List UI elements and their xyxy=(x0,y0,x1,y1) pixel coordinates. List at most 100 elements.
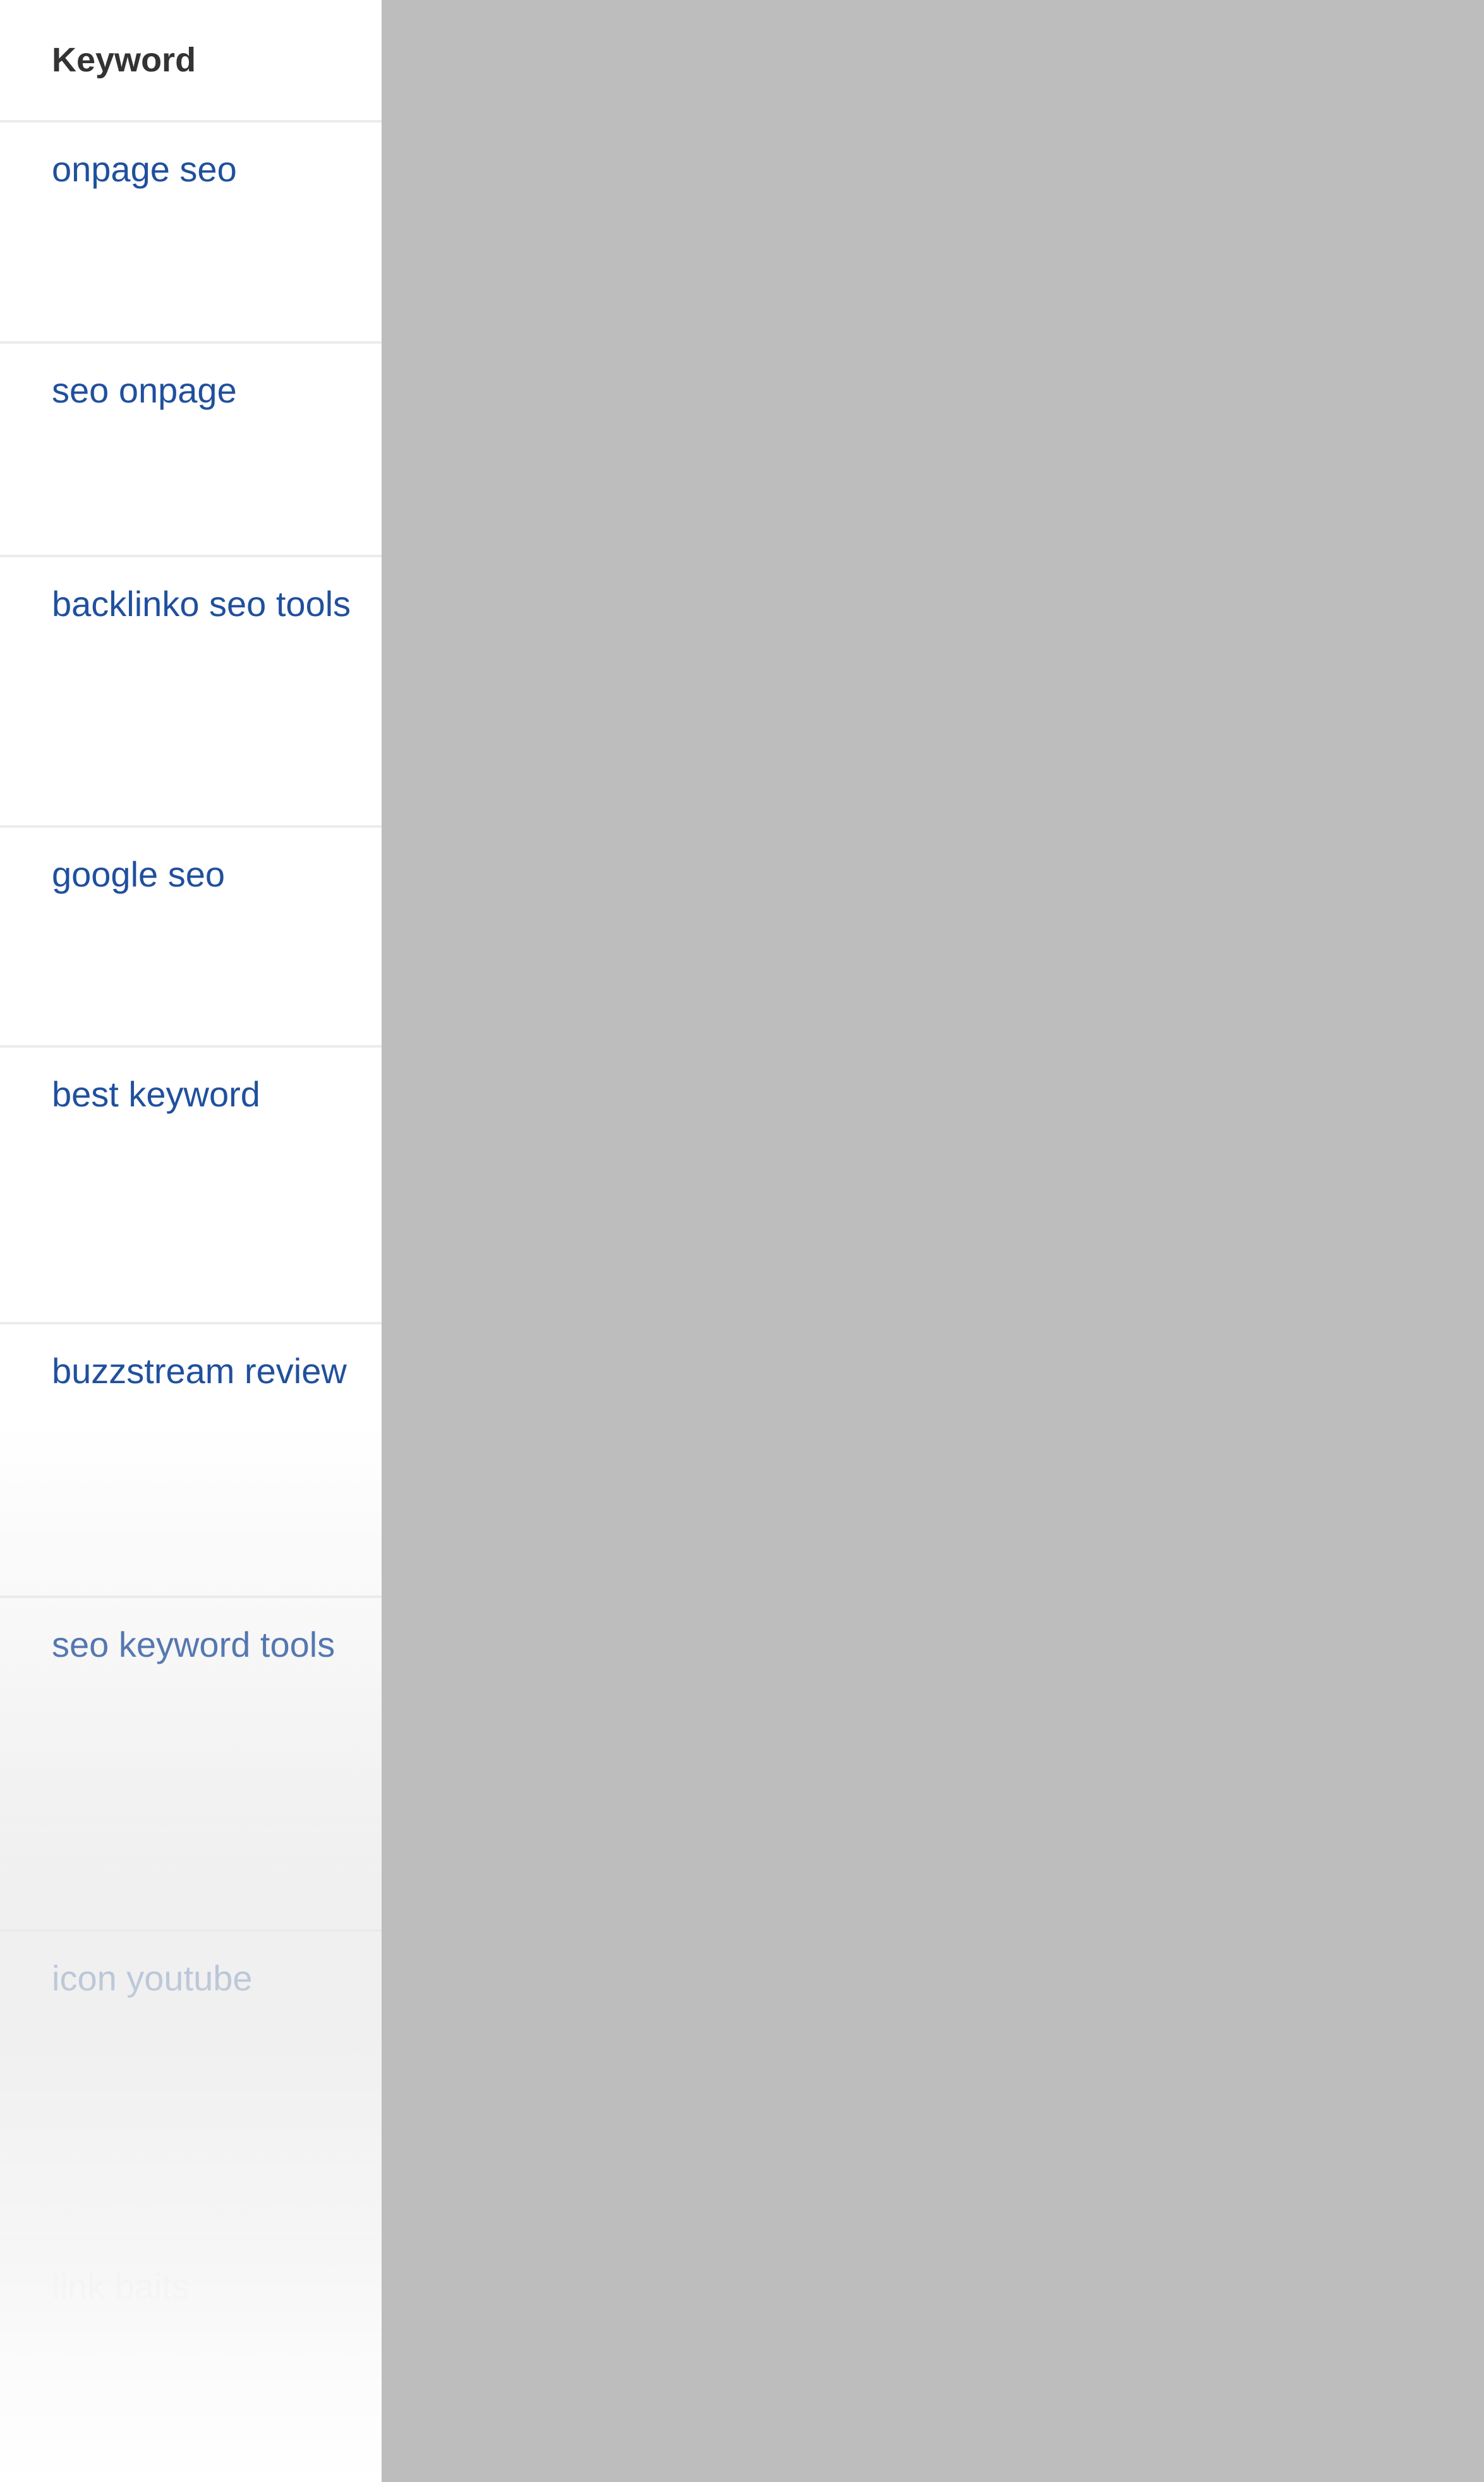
cell-cpc: — xyxy=(836,1930,991,2240)
cell-keyword: link baits xyxy=(0,2239,382,2482)
cell-kd: 76 xyxy=(710,342,836,557)
cell-position: 1 xyxy=(1162,826,1484,1048)
serp-count-badge-icon[interactable]: 4 xyxy=(404,1964,445,2005)
link-chain-icon[interactable] xyxy=(404,586,445,627)
cell-cpc: 4.50 xyxy=(836,1046,991,1324)
cell-volume: 300 xyxy=(483,121,710,344)
keyword-link[interactable]: google seo xyxy=(52,854,225,894)
cell-kd: 96 xyxy=(710,1597,836,1932)
table-body: onpage seo 4 300 76 4.50 1.8 1 seo onpag… xyxy=(0,121,1484,2482)
serp-count-badge-icon[interactable]: 4 xyxy=(404,2273,445,2313)
column-header-kd-label: KD xyxy=(765,41,815,79)
table-row[interactable]: seo onpage 4 100 76 4.00 1.1 1 xyxy=(0,342,1484,557)
table-row[interactable]: google seo 5 8,300 88 8.00 1,888 1 xyxy=(0,826,1484,1048)
cell-serp-feature: 5 xyxy=(382,1597,483,1932)
column-header-volume[interactable]: Volume i xyxy=(483,0,710,123)
column-header-keyword[interactable]: Keyword xyxy=(0,0,382,123)
cell-kd: 15 xyxy=(710,1930,836,2240)
table-row[interactable]: best keyword 80 68 4.50 16 1 xyxy=(0,1046,1484,1324)
cell-cpc: 8.00 xyxy=(836,826,991,1048)
cell-traffic: 1,888 xyxy=(991,826,1162,1048)
cell-serp-feature: 4 xyxy=(382,1930,483,2240)
cell-serp-feature: 4 xyxy=(382,2239,483,2482)
serp-count-badge-icon[interactable]: 4 xyxy=(404,155,445,196)
serp-count-badge-icon[interactable]: 5 xyxy=(404,861,445,901)
position-value: 1 xyxy=(1187,1628,1207,1666)
header-row: Keyword Volume i KD i CPC i Traffic i Positi… xyxy=(0,0,1484,123)
serp-count-badge-icon[interactable]: 4 xyxy=(404,377,445,417)
cell-serp-feature: 5 xyxy=(382,1323,483,1598)
cell-position: 1 xyxy=(1162,342,1484,557)
cell-serp-feature xyxy=(382,1046,483,1324)
column-header-volume-label: Volume xyxy=(566,41,687,79)
cell-traffic: 1.8 xyxy=(991,121,1162,344)
cell-cpc: 8.00 xyxy=(836,1597,991,1932)
column-header-keyword-label: Keyword xyxy=(52,41,196,79)
table-row[interactable]: backlinko seo tools 20 76 — 8 1 xyxy=(0,556,1484,828)
position-value: 1 xyxy=(1187,373,1207,411)
column-header-cpc-label: CPC xyxy=(897,41,970,79)
column-header-serp-feature xyxy=(382,0,483,123)
serp-count-badge-icon[interactable]: 5 xyxy=(404,1357,445,1398)
cell-volume: 30 xyxy=(483,1323,710,1598)
info-icon[interactable]: i xyxy=(975,43,980,64)
cell-keyword: onpage seo xyxy=(0,121,382,344)
cell-traffic: 8 xyxy=(991,556,1162,828)
table-row[interactable]: icon youtube 4 250 15 — 21 1 xyxy=(0,1930,1484,2240)
position-value: 1 xyxy=(1187,2270,1207,2308)
table-row[interactable]: link baits 4 400 19 — 142 1 xyxy=(0,2239,1484,2482)
cell-volume: 150 xyxy=(483,1597,710,1932)
column-header-traffic[interactable]: Traffic i xyxy=(991,0,1162,123)
cell-position: 1 xyxy=(1162,2239,1484,2482)
keyword-link[interactable]: best keyword xyxy=(52,1074,260,1114)
cell-position: 1 xyxy=(1162,121,1484,344)
position-value: 1 xyxy=(1187,152,1207,190)
info-icon[interactable]: i xyxy=(1351,43,1356,64)
cell-kd: 68 xyxy=(710,1046,836,1324)
info-icon[interactable]: i xyxy=(692,43,697,64)
info-icon[interactable]: i xyxy=(1145,43,1150,64)
column-header-position[interactable]: Position ↓ i xyxy=(1162,0,1484,123)
cell-volume: 400 xyxy=(483,2239,710,2482)
keyword-link[interactable]: seo onpage xyxy=(52,370,237,410)
info-icon[interactable]: i xyxy=(820,43,825,64)
cell-keyword: seo keyword tools xyxy=(0,1597,382,1932)
cell-traffic: 142 xyxy=(991,2239,1162,2482)
keyword-link[interactable]: buzzstream review xyxy=(52,1351,347,1391)
cell-position: 1 xyxy=(1162,1597,1484,1932)
cell-traffic: 11 xyxy=(991,1323,1162,1598)
table-row[interactable]: seo keyword tools 5 150 96 8.00 25 1 xyxy=(0,1597,1484,1932)
table-row[interactable]: onpage seo 4 300 76 4.50 1.8 1 xyxy=(0,121,1484,344)
cell-keyword: best keyword xyxy=(0,1046,382,1324)
keyword-link[interactable]: backlinko seo tools xyxy=(52,584,351,624)
cell-keyword: icon youtube xyxy=(0,1930,382,2240)
column-header-cpc[interactable]: CPC i xyxy=(836,0,991,123)
cell-cpc: — xyxy=(836,2239,991,2482)
column-header-position-label: Position xyxy=(1187,41,1322,79)
cell-serp-feature: 5 xyxy=(382,826,483,1048)
cell-volume: 250 xyxy=(483,1930,710,2240)
table-row[interactable]: buzzstream review 5 30 2 — 11 1 xyxy=(0,1323,1484,1598)
position-value: 1 xyxy=(1187,857,1207,895)
serp-count-badge-icon[interactable]: 5 xyxy=(404,1631,445,1671)
keyword-link[interactable]: seo keyword tools xyxy=(52,1625,335,1664)
cell-serp-feature: 4 xyxy=(382,342,483,557)
keyword-link[interactable]: onpage seo xyxy=(52,149,237,189)
sort-descending-arrow-icon[interactable]: ↓ xyxy=(1330,43,1346,78)
position-value: 1 xyxy=(1187,1961,1207,1999)
position-value: 1 xyxy=(1187,587,1207,625)
cell-cpc: 4.00 xyxy=(836,342,991,557)
keyword-link[interactable]: link baits xyxy=(52,2267,190,2306)
position-value: 1 xyxy=(1187,1077,1207,1115)
cell-serp-feature: 4 xyxy=(382,121,483,344)
cell-cpc: — xyxy=(836,556,991,828)
keyword-link[interactable]: icon youtube xyxy=(52,1958,253,1998)
cell-cpc: — xyxy=(836,1323,991,1598)
cell-traffic: 1.1 xyxy=(991,342,1162,557)
featured-snippet-icon[interactable] xyxy=(404,1077,437,1118)
cell-keyword: google seo xyxy=(0,826,382,1048)
keyword-table-screenshot: Keyword Volume i KD i CPC i Traffic i Positi… xyxy=(0,0,1484,2482)
cell-traffic: 16 xyxy=(991,1046,1162,1324)
column-header-kd[interactable]: KD i xyxy=(710,0,836,123)
cell-position: 1 xyxy=(1162,1930,1484,2240)
